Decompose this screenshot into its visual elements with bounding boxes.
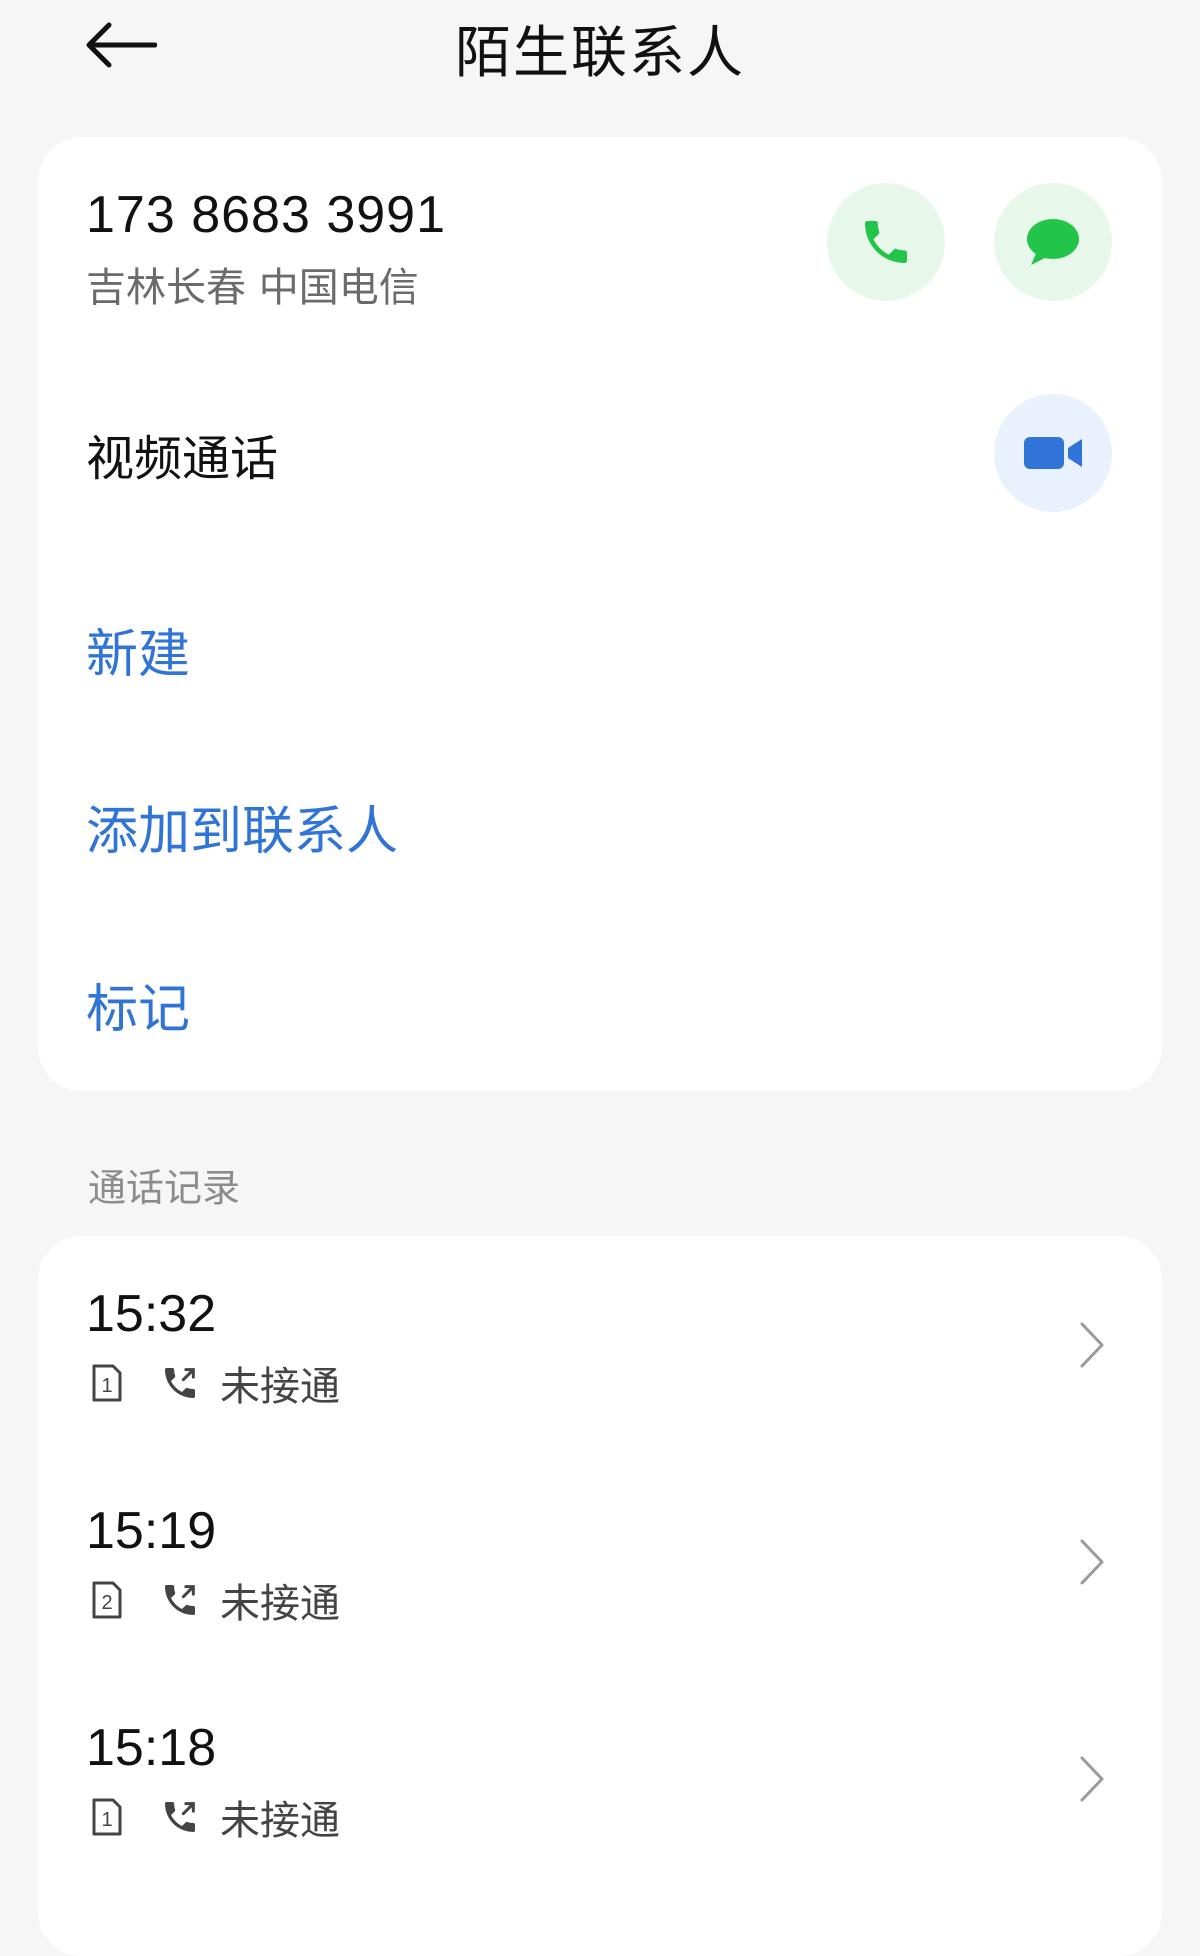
sim-card-icon: 2 — [90, 1580, 124, 1620]
call-status: 未接通 — [220, 1798, 340, 1844]
chevron-right-icon — [1080, 1756, 1104, 1802]
call-time: 15:18 — [86, 1719, 217, 1777]
message-button[interactable] — [994, 183, 1112, 301]
video-camera-icon — [1024, 437, 1082, 469]
sim-slot-number: 1 — [101, 1375, 112, 1397]
call-button[interactable] — [827, 183, 945, 301]
call-time: 15:19 — [86, 1502, 217, 1560]
sim-slot-number: 1 — [101, 1809, 112, 1831]
message-bubble-icon — [1027, 219, 1079, 265]
call-log-row[interactable]: 15:18 1 未接通 — [38, 1670, 1162, 1870]
outgoing-call-icon — [165, 1802, 195, 1832]
chevron-right-icon — [1080, 1322, 1104, 1368]
contact-card: 173 8683 3991 吉林长春 中国电信 视频通话 新建 添加到联系人 标… — [38, 137, 1162, 1091]
call-log-row[interactable]: 15:32 1 未接通 — [38, 1236, 1162, 1436]
call-log-title: 通话记录 — [88, 1166, 241, 1210]
call-meta: 1 未接通 — [90, 1354, 340, 1412]
call-time: 15:32 — [86, 1285, 217, 1343]
call-meta: 2 未接通 — [90, 1571, 340, 1629]
call-meta: 1 未接通 — [90, 1788, 340, 1846]
sim-card-icon: 1 — [90, 1797, 124, 1837]
phone-number: 173 8683 3991 — [86, 186, 447, 244]
video-call-button[interactable] — [994, 394, 1112, 512]
phone-icon — [865, 221, 907, 263]
mark-link[interactable]: 标记 — [86, 967, 190, 1042]
video-call-label: 视频通话 — [86, 431, 279, 487]
outgoing-call-icon — [165, 1368, 195, 1398]
chevron-right-icon — [1080, 1539, 1104, 1585]
header: 陌生联系人 — [0, 0, 1200, 110]
add-to-contacts-link[interactable]: 添加到联系人 — [86, 789, 398, 864]
call-log-card: 15:32 1 未接通 15:19 2 未接通 15:18 1 未接通 — [38, 1236, 1162, 1956]
phone-location: 吉林长春 中国电信 — [86, 265, 419, 311]
call-status: 未接通 — [220, 1581, 340, 1627]
outgoing-call-icon — [165, 1585, 195, 1615]
new-contact-link[interactable]: 新建 — [86, 612, 190, 687]
sim-card-icon: 1 — [90, 1363, 124, 1403]
page-title: 陌生联系人 — [455, 21, 745, 86]
sim-slot-number: 2 — [101, 1592, 112, 1614]
call-log-row[interactable]: 15:19 2 未接通 — [38, 1453, 1162, 1653]
call-status: 未接通 — [220, 1364, 340, 1410]
